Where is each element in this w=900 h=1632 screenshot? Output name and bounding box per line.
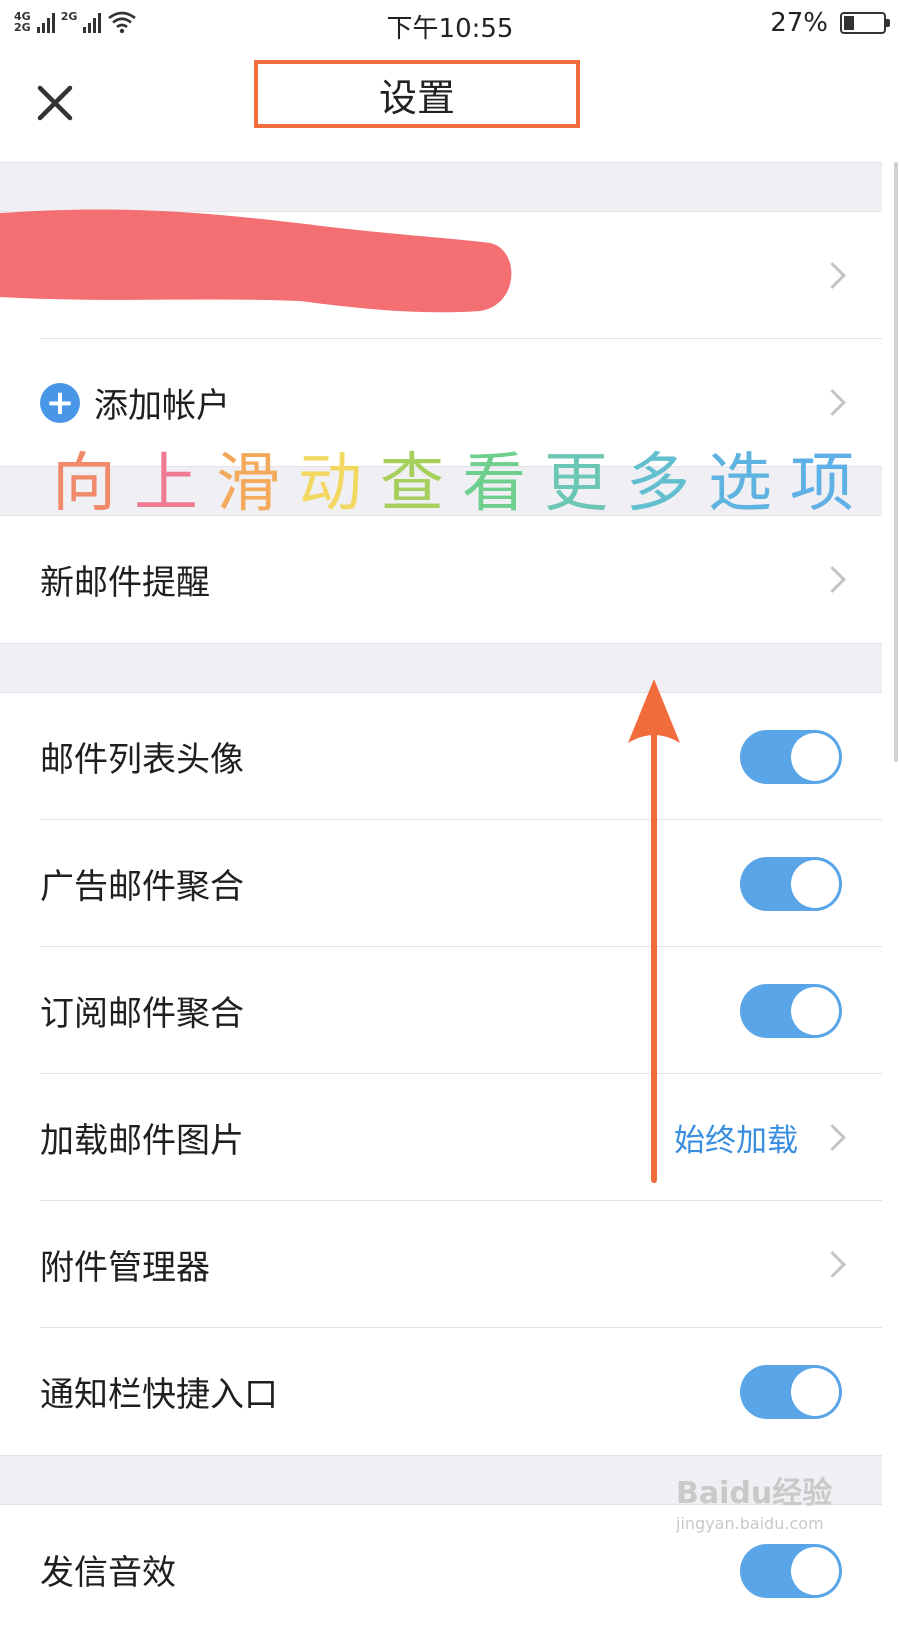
notification-shortcut-row: 通知栏快捷入口	[0, 1328, 882, 1455]
hint-char: 上	[134, 447, 216, 521]
load-images-value: 始终加载	[674, 1123, 798, 1159]
list-avatar-row: 邮件列表头像	[0, 693, 882, 820]
plus-icon: +	[40, 382, 80, 423]
ad-aggregate-row: 广告邮件聚合	[0, 820, 882, 947]
attachment-manager-row[interactable]: 附件管理器	[0, 1201, 882, 1328]
notification-shortcut-label: 通知栏快捷入口	[40, 1375, 278, 1415]
chevron-right-icon	[819, 1250, 846, 1278]
watermark: Baidu经验 jingyan.baidu.com	[676, 1468, 832, 1533]
watermark-main: Baidu经验	[676, 1476, 833, 1511]
battery-percent: 27%	[770, 8, 828, 38]
scroll-hint-overlay: 向上滑动查看更多选项	[52, 432, 872, 524]
hint-char: 滑	[216, 447, 298, 521]
send-sound-label: 发信音效	[40, 1553, 176, 1593]
section-divider	[0, 643, 882, 693]
hint-char: 查	[380, 447, 462, 521]
hint-char: 选	[708, 447, 790, 521]
chevron-right-icon	[819, 261, 846, 289]
ad-aggregate-label: 广告邮件聚合	[40, 867, 244, 907]
chevron-right-icon	[819, 388, 846, 416]
load-images-row[interactable]: 加载邮件图片 始终加载	[0, 1074, 882, 1201]
hint-char: 多	[626, 447, 708, 521]
hint-char: 向	[52, 447, 134, 521]
hint-char: 看	[462, 447, 544, 521]
new-mail-alert-row[interactable]: 新邮件提醒	[0, 516, 882, 643]
notification-shortcut-toggle[interactable]	[740, 1364, 842, 1419]
watermark-sub: jingyan.baidu.com	[676, 1514, 824, 1533]
subscribe-aggregate-row: 订阅邮件聚合	[0, 947, 882, 1074]
battery-indicator: 27%	[770, 8, 890, 38]
list-avatar-label: 邮件列表头像	[40, 740, 244, 780]
subscribe-aggregate-label: 订阅邮件聚合	[40, 994, 244, 1034]
app-header: 设置	[0, 48, 900, 162]
status-time: 下午10:55	[386, 14, 514, 44]
list-avatar-toggle[interactable]	[740, 729, 842, 784]
chevron-right-icon	[819, 565, 846, 593]
new-mail-alert-label: 新邮件提醒	[40, 563, 210, 603]
ad-aggregate-toggle[interactable]	[740, 856, 842, 911]
arrow-up-icon	[628, 679, 680, 1183]
redaction-mark	[0, 209, 512, 313]
battery-fill	[844, 16, 855, 30]
settings-list: + 添加帐户 新邮件提醒 邮件列表头像 广告邮件聚合 订阅邮件聚合 加载邮件图片…	[0, 162, 882, 1632]
battery-icon	[840, 12, 890, 34]
page-title: 设置	[254, 60, 580, 128]
subscribe-aggregate-toggle[interactable]	[740, 983, 842, 1038]
hint-char: 更	[544, 447, 626, 521]
close-icon	[37, 85, 73, 121]
scrollbar[interactable]	[894, 162, 898, 762]
load-images-label: 加载邮件图片	[40, 1121, 244, 1161]
hint-char: 项	[790, 447, 872, 521]
add-account-label: 添加帐户	[94, 386, 230, 426]
chevron-right-icon	[819, 1123, 846, 1151]
send-sound-toggle[interactable]	[740, 1544, 842, 1598]
attachment-manager-label: 附件管理器	[40, 1248, 210, 1288]
close-button[interactable]	[30, 78, 80, 128]
hint-char: 动	[298, 447, 380, 521]
status-bar: 4G 2G 2G 下午10:55 27%	[0, 0, 900, 48]
